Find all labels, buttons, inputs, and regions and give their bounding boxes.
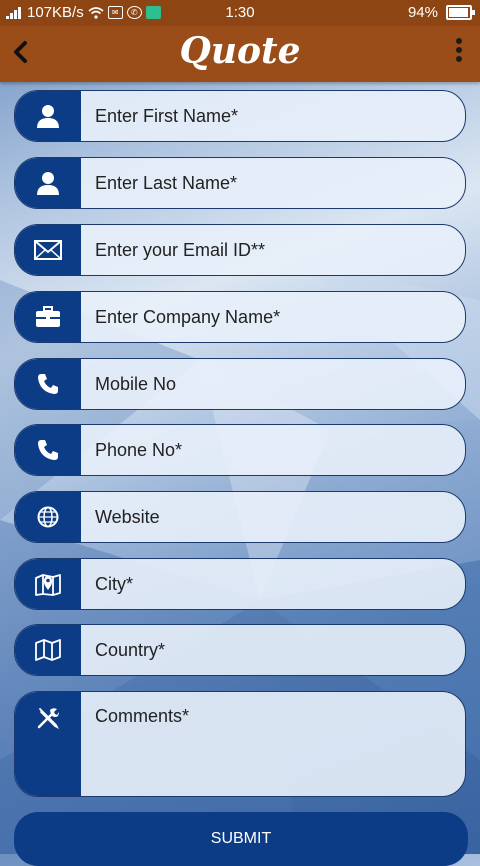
map-icon [35,639,61,661]
website-input[interactable] [95,492,455,542]
last-name-icon-box [15,158,81,208]
phone-input[interactable] [95,425,455,475]
email-field [14,224,466,276]
briefcase-icon [36,306,60,327]
email-icon-box [15,225,81,275]
mobile-field [14,358,466,410]
person-icon [37,105,59,128]
comments-icon-box [15,692,81,796]
comments-input[interactable] [95,706,455,786]
more-vertical-icon [452,38,466,62]
phone-icon-box [15,425,81,475]
first-name-input[interactable] [95,91,455,141]
country-input[interactable] [95,625,455,675]
globe-icon [37,506,59,528]
last-name-field [14,157,466,209]
mobile-icon-box [15,359,81,409]
overflow-menu-button[interactable] [452,38,466,68]
city-icon-box [15,559,81,609]
company-input[interactable] [95,292,455,342]
city-field [14,558,466,610]
company-field [14,291,466,343]
person-icon [37,172,59,195]
phone-field [14,424,466,476]
page-title: Quote [179,30,301,72]
phone-icon [38,440,58,460]
website-icon-box [15,492,81,542]
envelope-icon [34,240,62,260]
mobile-input[interactable] [95,359,455,409]
company-icon-box [15,292,81,342]
first-name-icon-box [15,91,81,141]
phone-icon [38,374,58,394]
comments-field [14,691,466,797]
battery-icon [446,5,475,20]
email-input[interactable] [95,225,455,275]
status-bar: 107KB/s ✉ ✆ 1:30 94% [0,0,480,26]
website-field [14,491,466,543]
app-bar: Quote [0,26,480,82]
battery-percent: 94% [407,4,438,21]
country-field [14,624,466,676]
city-input[interactable] [95,559,455,609]
map-pin-icon [35,574,61,596]
submit-button[interactable]: SUBMIT [14,812,468,866]
last-name-input[interactable] [95,158,455,208]
tools-icon [37,708,60,730]
first-name-field [14,90,466,142]
country-icon-box [15,625,81,675]
